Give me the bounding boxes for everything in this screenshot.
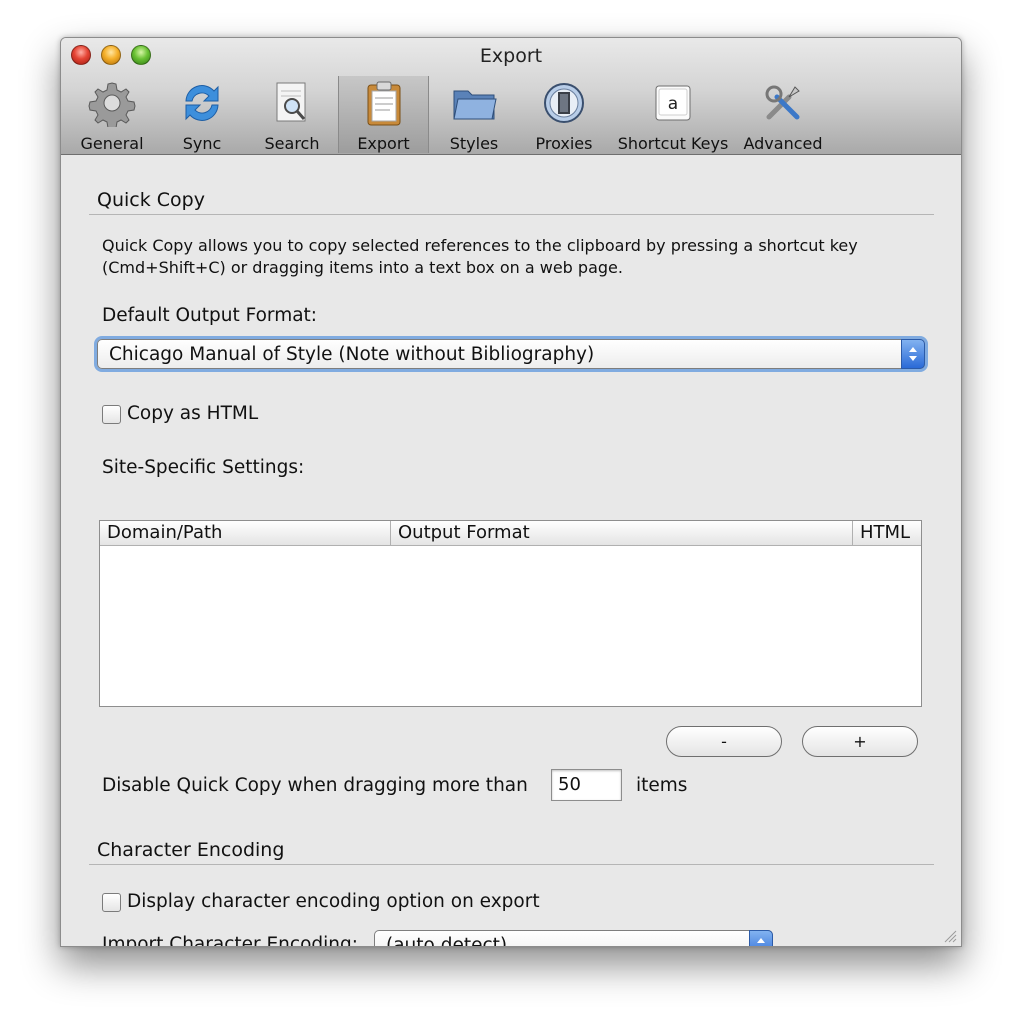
remove-site-button[interactable]: - (666, 726, 782, 757)
gear-icon (87, 78, 137, 128)
sync-icon (177, 78, 227, 128)
column-domain-path[interactable]: Domain/Path (100, 521, 391, 545)
import-encoding-label: Import Character Encoding: (102, 934, 358, 947)
import-encoding-select[interactable]: (auto detect) (374, 930, 773, 947)
copy-as-html-checkbox[interactable] (102, 405, 121, 424)
tab-advanced-label: Advanced (743, 134, 823, 153)
preferences-window: Export General Sync Search Export Styles… (60, 37, 962, 947)
disable-quick-copy-label: Disable Quick Copy when dragging more th… (102, 775, 528, 796)
default-output-format-value: Chicago Manual of Style (Note without Bi… (109, 343, 595, 365)
import-encoding-value: (auto detect) (386, 934, 508, 947)
quick-copy-heading: Quick Copy (97, 189, 205, 211)
tab-styles-label: Styles (449, 134, 499, 153)
search-icon (267, 78, 317, 128)
tab-sync[interactable]: Sync (161, 76, 243, 153)
tab-advanced[interactable]: Advanced (741, 76, 825, 153)
clipboard-icon (359, 78, 409, 128)
key-icon: a (648, 78, 698, 128)
site-specific-settings-label: Site-Specific Settings: (102, 457, 305, 478)
proxies-icon (539, 78, 589, 128)
default-output-format-select[interactable]: Chicago Manual of Style (Note without Bi… (97, 339, 925, 369)
tab-shortcut-keys[interactable]: a Shortcut Keys (614, 76, 732, 153)
display-encoding-label: Display character encoding option on exp… (127, 891, 540, 912)
tab-export[interactable]: Export (338, 76, 429, 153)
default-output-format-label: Default Output Format: (102, 305, 318, 326)
folder-icon (449, 78, 499, 128)
items-label: items (636, 775, 688, 796)
drag-limit-field[interactable]: 50 (551, 769, 622, 801)
tab-styles[interactable]: Styles (433, 76, 515, 153)
display-encoding-checkbox[interactable] (102, 893, 121, 912)
column-output-format[interactable]: Output Format (391, 521, 853, 545)
tools-icon (758, 78, 808, 128)
character-encoding-heading: Character Encoding (97, 839, 285, 861)
tab-proxies[interactable]: Proxies (523, 76, 605, 153)
tab-search[interactable]: Search (251, 76, 333, 153)
select-arrows-icon (901, 339, 925, 369)
tab-general[interactable]: General (71, 76, 153, 153)
quick-copy-divider (89, 214, 934, 215)
key-glyph: a (668, 94, 678, 114)
copy-as-html-label: Copy as HTML (127, 403, 259, 424)
character-encoding-divider (89, 864, 934, 865)
toolbar: Export General Sync Search Export Styles… (61, 38, 961, 155)
column-html[interactable]: HTML (853, 521, 921, 545)
site-specific-table[interactable]: Domain/Path Output Format HTML (99, 520, 922, 707)
tab-proxies-label: Proxies (535, 134, 593, 153)
add-site-button[interactable]: + (802, 726, 918, 757)
tab-search-label: Search (264, 134, 320, 153)
select-arrows-icon (749, 930, 773, 946)
tab-export-label: Export (357, 134, 410, 153)
quick-copy-description: Quick Copy allows you to copy selected r… (102, 236, 858, 277)
table-header: Domain/Path Output Format HTML (100, 521, 921, 546)
window-title: Export (479, 45, 543, 67)
tab-sync-label: Sync (182, 134, 222, 153)
tab-general-label: General (80, 134, 144, 153)
tab-shortcut-keys-label: Shortcut Keys (617, 134, 729, 153)
export-pane: Quick Copy Quick Copy allows you to copy… (61, 155, 961, 946)
resize-grip-icon[interactable] (943, 928, 957, 943)
